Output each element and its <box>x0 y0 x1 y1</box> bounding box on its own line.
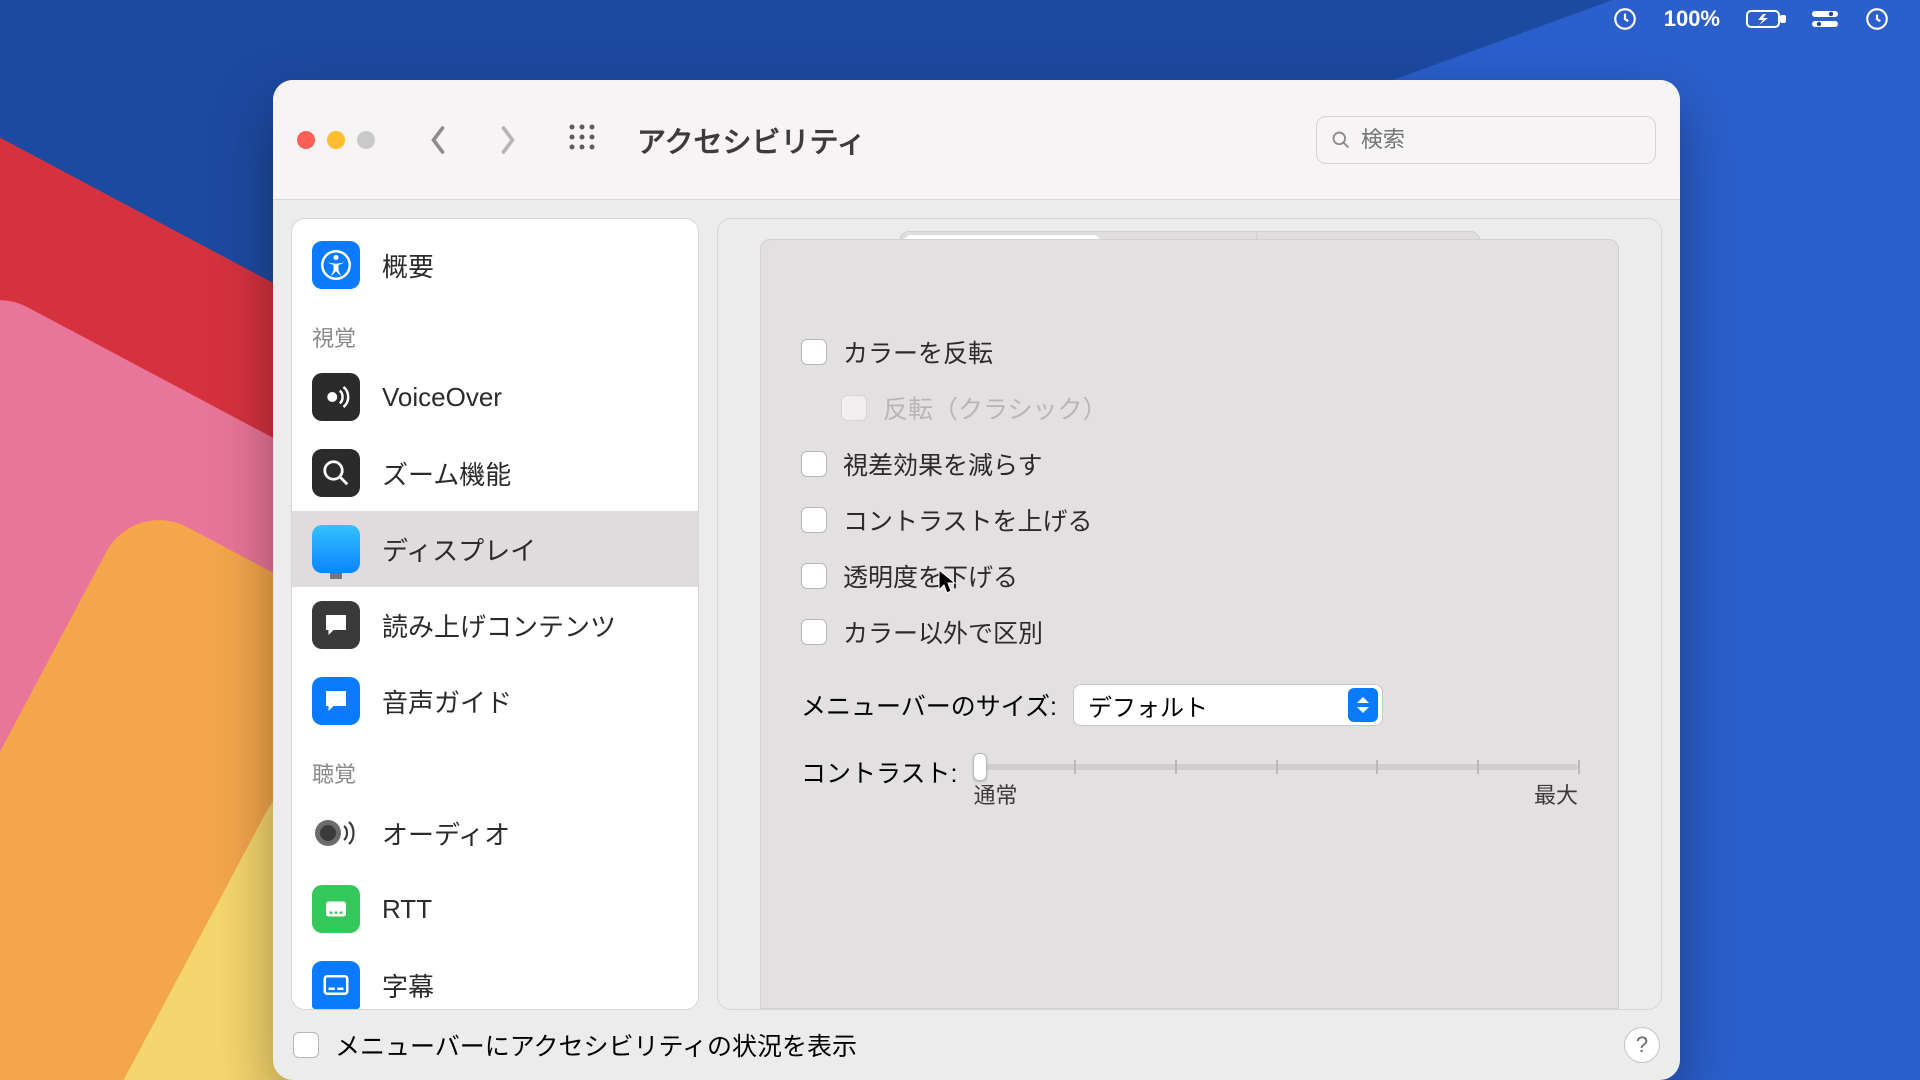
sidebar-item-audio-descriptions[interactable]: 音声ガイド <box>292 663 698 739</box>
time-machine-icon[interactable] <box>1612 6 1638 32</box>
display-stand-icon <box>330 573 342 579</box>
zoom-button[interactable] <box>357 131 375 149</box>
option-invert-colors[interactable]: カラーを反転 <box>801 324 1578 380</box>
option-label: カラーを反転 <box>843 334 993 370</box>
sidebar-item-label: RTT <box>382 894 432 925</box>
option-label: コントラストを上げる <box>843 502 1093 538</box>
accessibility-sidebar: 概要 視覚 VoiceOver ズーム機能 ディスプレイ <box>291 218 699 1010</box>
display-settings-panel: ディスプレイ カーソル カラーフィルタ カラーを反転 反転（クラシック） 視差効… <box>717 218 1662 1010</box>
battery-percent: 100% <box>1664 6 1720 32</box>
checkbox <box>841 395 867 421</box>
option-reduce-transparency[interactable]: 透明度を下げる <box>801 548 1578 604</box>
window-bottom-bar: メニューバーにアクセシビリティの状況を表示 ? <box>273 1010 1680 1080</box>
speech-bubble-icon <box>321 610 351 640</box>
option-reduce-motion[interactable]: 視差効果を減らす <box>801 436 1578 492</box>
contrast-slider[interactable] <box>973 764 1578 770</box>
rtt-icon <box>321 894 351 924</box>
checkbox[interactable] <box>801 619 827 645</box>
sidebar-item-captions[interactable]: 字幕 <box>292 947 698 1010</box>
zoom-icon <box>321 458 351 488</box>
sidebar-section-hearing: 聴覚 <box>292 739 698 795</box>
sidebar-item-label: オーディオ <box>382 815 510 852</box>
menubar-size-select[interactable]: デフォルト <box>1073 684 1383 726</box>
sidebar-section-vision: 視覚 <box>292 303 698 359</box>
sidebar-item-label: VoiceOver <box>382 382 502 413</box>
checkbox[interactable] <box>801 339 827 365</box>
slider-thumb[interactable] <box>973 753 987 781</box>
sidebar-item-label: 音声ガイド <box>382 683 512 720</box>
option-differentiate-without-color[interactable]: カラー以外で区別 <box>801 604 1578 660</box>
sidebar-item-overview[interactable]: 概要 <box>292 227 698 303</box>
sidebar-item-voiceover[interactable]: VoiceOver <box>292 359 698 435</box>
sidebar-item-label: ディスプレイ <box>382 531 536 568</box>
option-label: 視差効果を減らす <box>843 446 1043 482</box>
sidebar-item-label: 字幕 <box>382 967 434 1004</box>
option-label: 反転（クラシック） <box>883 390 1108 426</box>
contrast-label: コントラスト: <box>801 752 957 790</box>
help-button[interactable]: ? <box>1624 1027 1660 1063</box>
sidebar-item-label: 読み上げコンテンツ <box>382 607 616 644</box>
sidebar-item-spoken-content[interactable]: 読み上げコンテンツ <box>292 587 698 663</box>
sidebar-item-rtt[interactable]: RTT <box>292 871 698 947</box>
search-field[interactable] <box>1316 116 1656 164</box>
sidebar-item-label: ズーム機能 <box>382 455 511 492</box>
accessibility-icon <box>321 250 351 280</box>
show-all-button[interactable] <box>553 122 611 157</box>
system-preferences-window: アクセシビリティ 概要 視覚 VoiceOver <box>273 80 1680 1080</box>
battery-icon[interactable] <box>1746 8 1786 30</box>
contrast-row: コントラスト: 通常 <box>801 732 1578 830</box>
captions-icon <box>321 970 351 1000</box>
window-title: アクセシビリティ <box>637 119 866 161</box>
window-traffic-lights <box>297 131 375 149</box>
system-menubar: 100% <box>1582 0 1920 38</box>
minimize-button[interactable] <box>327 131 345 149</box>
sidebar-item-label: 概要 <box>382 247 434 284</box>
speaker-icon <box>314 816 358 850</box>
show-status-label: メニューバーにアクセシビリティの状況を表示 <box>335 1027 857 1063</box>
option-increase-contrast[interactable]: コントラストを上げる <box>801 492 1578 548</box>
back-button[interactable] <box>413 119 463 161</box>
select-value: デフォルト <box>1088 688 1208 723</box>
voiceover-icon <box>321 382 351 412</box>
clock-icon[interactable] <box>1864 6 1890 32</box>
checkbox[interactable] <box>801 563 827 589</box>
menubar-size-row: メニューバーのサイズ: デフォルト <box>801 660 1578 732</box>
menubar-size-label: メニューバーのサイズ: <box>801 687 1057 723</box>
window-titlebar: アクセシビリティ <box>273 80 1680 200</box>
option-label: カラー以外で区別 <box>843 614 1043 650</box>
sidebar-item-zoom[interactable]: ズーム機能 <box>292 435 698 511</box>
option-invert-classic: 反転（クラシック） <box>801 380 1578 436</box>
option-label: 透明度を下げる <box>843 558 1018 594</box>
search-icon <box>1331 129 1351 151</box>
checkbox[interactable] <box>801 451 827 477</box>
contrast-max-label: 最大 <box>1534 778 1578 810</box>
contrast-min-label: 通常 <box>973 778 1017 810</box>
sidebar-item-display[interactable]: ディスプレイ <box>292 511 698 587</box>
forward-button[interactable] <box>483 119 533 161</box>
show-status-checkbox[interactable] <box>293 1032 319 1058</box>
sidebar-item-audio[interactable]: オーディオ <box>292 795 698 871</box>
select-arrows-icon <box>1348 688 1378 722</box>
checkbox[interactable] <box>801 507 827 533</box>
search-input[interactable] <box>1361 127 1641 153</box>
audio-guide-icon <box>321 686 351 716</box>
control-center-icon[interactable] <box>1812 9 1838 29</box>
close-button[interactable] <box>297 131 315 149</box>
